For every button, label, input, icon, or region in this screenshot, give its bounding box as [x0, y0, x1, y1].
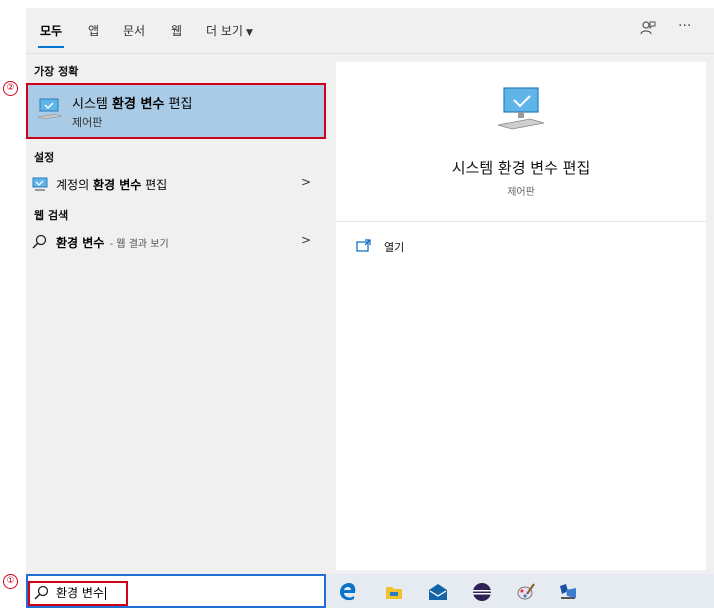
open-label: 열기	[384, 241, 405, 254]
divider	[336, 221, 706, 222]
monitor-icon	[496, 85, 548, 137]
settings-heading: 설정	[34, 151, 55, 164]
paint-icon[interactable]	[516, 582, 536, 602]
detail-pane	[336, 62, 706, 570]
settings-item-label: 계정의 환경 변수 편집	[56, 178, 168, 192]
best-match-title: 시스템 환경 변수 편집	[72, 97, 193, 112]
taskbar	[326, 574, 714, 608]
monitor-icon	[32, 176, 48, 196]
monitor-icon	[37, 97, 63, 125]
tab-documents[interactable]: 문서	[123, 22, 145, 39]
mail-icon[interactable]	[428, 582, 448, 602]
tab-apps[interactable]: 앱	[88, 22, 99, 39]
tab-web[interactable]: 웹	[171, 22, 182, 39]
best-match-heading: 가장 정확	[34, 65, 79, 78]
app-icon[interactable]	[558, 582, 578, 602]
more-options-icon[interactable]: ···	[678, 18, 691, 34]
annotation-marker-2: ②	[3, 81, 18, 96]
file-explorer-icon[interactable]	[384, 582, 404, 602]
chevron-right-icon: >	[301, 233, 312, 247]
detail-title: 시스템 환경 변수 편집	[451, 159, 591, 177]
best-match-subtitle: 제어판	[72, 116, 103, 129]
edge-icon[interactable]	[338, 582, 358, 602]
settings-result-item[interactable]: 계정의 환경 변수 편집 >	[26, 172, 326, 196]
feedback-icon[interactable]	[640, 20, 656, 40]
open-action[interactable]: 열기	[354, 236, 474, 256]
search-annotation-highlight	[28, 581, 128, 606]
search-filter-bar: 모두 앱 문서 웹 더 보기 ▼ ···	[26, 8, 714, 54]
chevron-right-icon: >	[301, 175, 312, 189]
detail-subtitle: 제어판	[507, 187, 535, 198]
chevron-down-icon: ▼	[245, 28, 253, 38]
best-match-result[interactable]: 시스템 환경 변수 편집 제어판	[26, 83, 326, 139]
tab-all[interactable]: 모두	[37, 22, 65, 48]
eclipse-icon[interactable]	[472, 582, 492, 602]
open-icon	[356, 238, 372, 257]
web-item-label: 환경 변수 - 웹 결과 보기	[56, 236, 169, 250]
tab-more-label: 더 보기	[206, 24, 243, 38]
web-search-heading: 웹 검색	[34, 209, 69, 222]
annotation-marker-1: ①	[3, 574, 18, 589]
web-result-item[interactable]: 환경 변수 - 웹 결과 보기 >	[26, 230, 326, 254]
search-icon	[32, 234, 47, 253]
tab-more[interactable]: 더 보기 ▼	[206, 22, 253, 39]
